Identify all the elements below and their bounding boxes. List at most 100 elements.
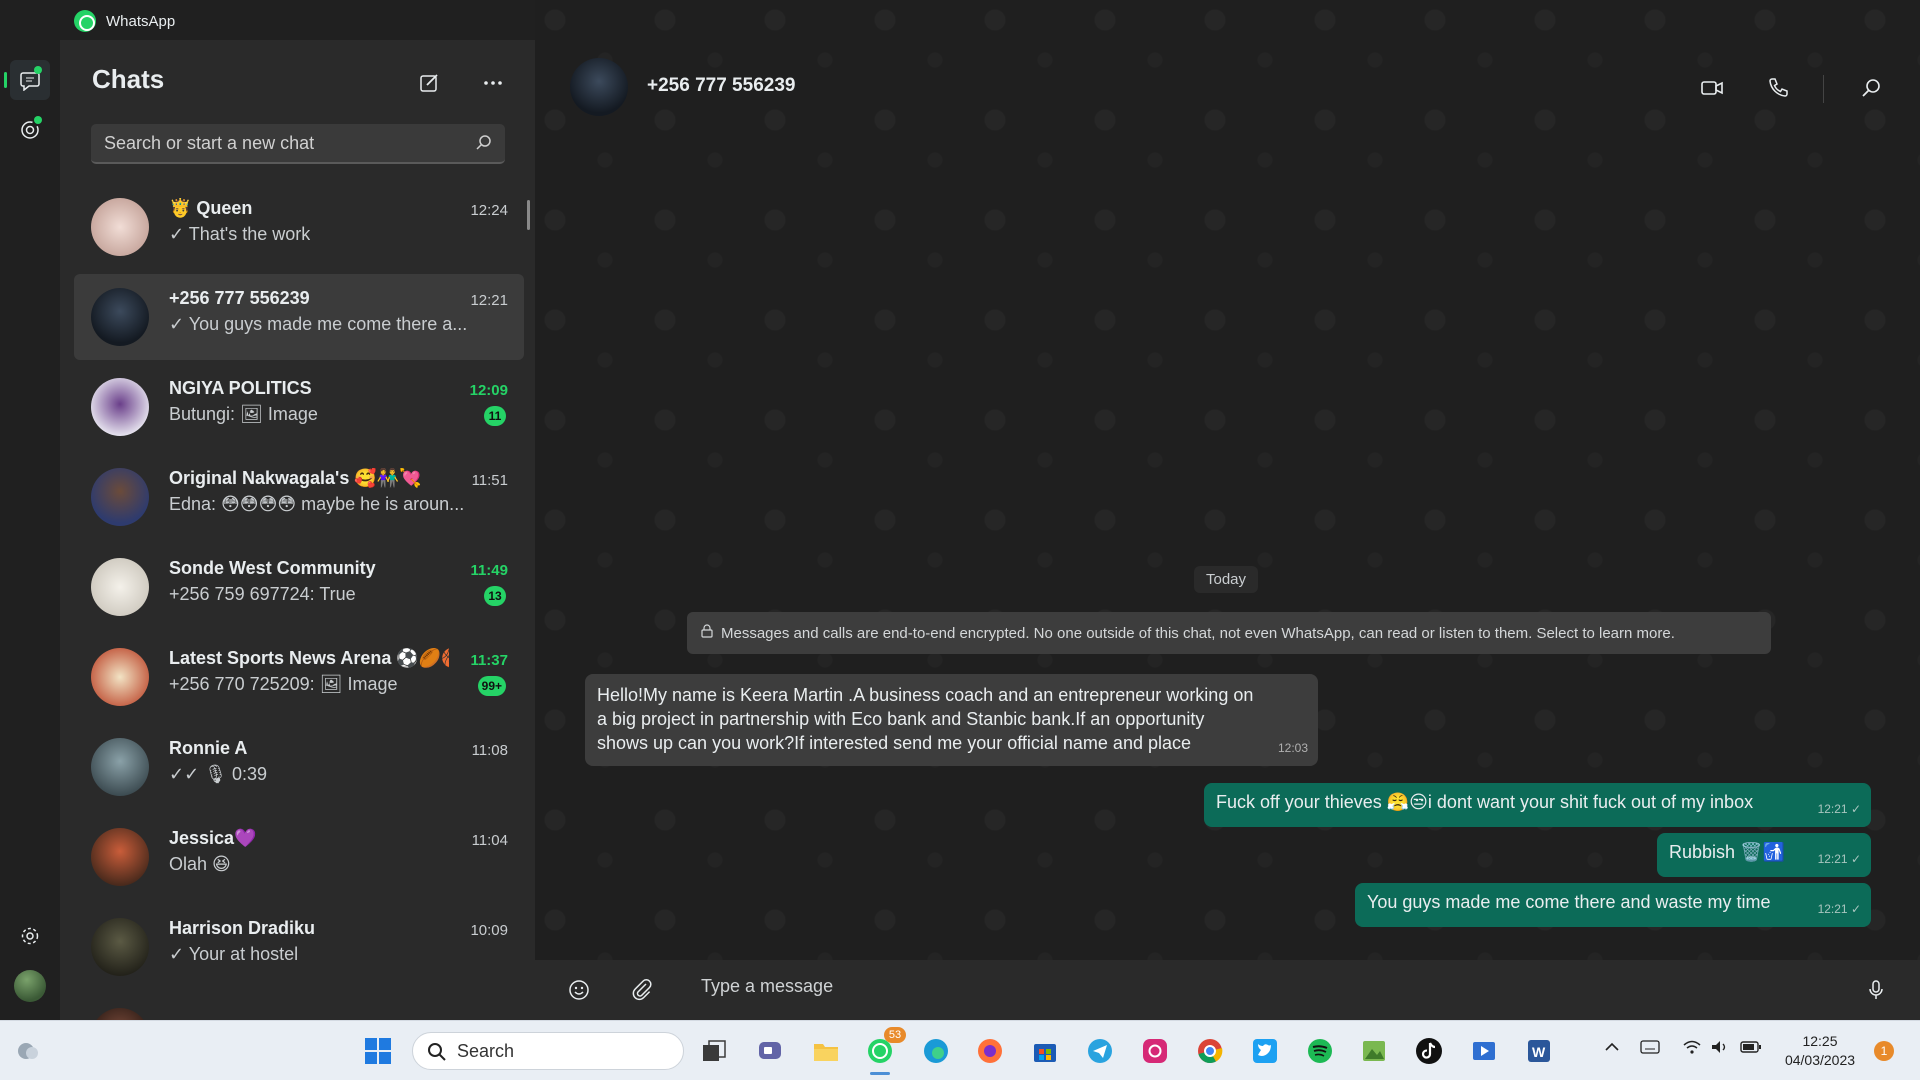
start-button[interactable] xyxy=(360,1033,396,1069)
chat-item[interactable]: Ronnie A ✓✓ 🎙 0:39 11:08 xyxy=(74,724,524,810)
chat-item-partial[interactable] xyxy=(74,994,524,1020)
chats-unread-dot xyxy=(34,66,42,74)
file-explorer-button[interactable] xyxy=(808,1033,844,1069)
chat-item[interactable]: 🤴 Queen ✓ That's the work 12:24 xyxy=(74,184,524,270)
message-input[interactable] xyxy=(701,976,1701,997)
battery-icon[interactable] xyxy=(1740,1039,1762,1060)
video-call-button[interactable] xyxy=(1698,74,1726,102)
avatar xyxy=(91,558,149,616)
chat-time: 10:09 xyxy=(470,922,508,939)
avatar xyxy=(91,918,149,976)
firefox-button[interactable] xyxy=(972,1033,1008,1069)
contact-avatar[interactable] xyxy=(570,58,628,116)
search-icon xyxy=(1862,79,1880,97)
task-view-button[interactable] xyxy=(696,1033,732,1069)
microphone-icon xyxy=(1869,980,1883,999)
rail-status-button[interactable] xyxy=(10,110,50,150)
encryption-notice[interactable]: Messages and calls are end-to-end encryp… xyxy=(687,612,1771,654)
chat-item-selected[interactable]: +256 777 556239 ✓ You guys made me come … xyxy=(74,274,524,360)
edge-button[interactable] xyxy=(918,1033,954,1069)
chat-search-box[interactable] xyxy=(91,124,505,164)
chat-name: Latest Sports News Arena ⚽🏉🏀 xyxy=(169,648,449,668)
clock-date: 04/03/2023 xyxy=(1784,1052,1856,1068)
chat-time: 11:37 xyxy=(470,652,508,669)
conversation-header: +256 777 556239 xyxy=(535,40,1920,130)
video-camera-icon xyxy=(1701,81,1723,95)
system-clock[interactable]: 12:25 04/03/2023 xyxy=(1780,1032,1860,1070)
unread-badge: 13 xyxy=(484,586,506,606)
wifi-icon[interactable] xyxy=(1682,1039,1702,1060)
chat-time: 12:24 xyxy=(470,202,508,219)
chat-time: 12:21 xyxy=(470,292,508,309)
chat-name: Original Nakwagala's 🥰👫💘 xyxy=(169,468,422,488)
status-unread-dot xyxy=(34,116,42,124)
chat-list-scrollbar[interactable] xyxy=(527,200,530,230)
chat-name: Jessica💜 xyxy=(169,828,257,848)
volume-icon[interactable] xyxy=(1710,1039,1730,1060)
twitter-button[interactable] xyxy=(1247,1033,1283,1069)
telegram-button[interactable] xyxy=(1082,1033,1118,1069)
rail-chats-button[interactable] xyxy=(4,60,50,100)
taskbar-search[interactable]: Search xyxy=(412,1032,684,1070)
store-icon xyxy=(1034,1044,1056,1062)
search-in-chat-button[interactable] xyxy=(1857,74,1885,102)
chat-item[interactable]: Sonde West Community +256 759 697724: Tr… xyxy=(74,544,524,630)
chat-item[interactable]: Jessica💜 Olah 😆 11:04 xyxy=(74,814,524,900)
media-player-button[interactable] xyxy=(1466,1033,1502,1069)
outgoing-message[interactable]: Fuck off your thieves 😤😒i dont want your… xyxy=(1204,783,1871,827)
chat-search-input[interactable] xyxy=(104,132,464,154)
chat-name: NGIYA POLITICS xyxy=(169,378,312,398)
weather-widget-button[interactable] xyxy=(10,1033,46,1069)
chat-name: Sonde West Community xyxy=(169,558,376,578)
attach-button[interactable] xyxy=(628,976,656,1004)
app-title-area: WhatsApp xyxy=(74,10,175,32)
voice-call-button[interactable] xyxy=(1764,74,1792,102)
rail-settings-button[interactable] xyxy=(10,916,50,956)
taskbar-search-label: Search xyxy=(457,1040,515,1061)
chrome-button[interactable] xyxy=(1192,1033,1228,1069)
chat-name: Harrison Dradiku xyxy=(169,918,316,938)
photo-app-button[interactable] xyxy=(1356,1033,1392,1069)
chat-name: 🤴 Queen xyxy=(169,198,253,218)
contact-name[interactable]: +256 777 556239 xyxy=(647,75,795,97)
search-icon xyxy=(475,134,493,157)
keyboard-icon[interactable] xyxy=(1640,1039,1660,1060)
notification-badge[interactable]: 1 xyxy=(1874,1041,1894,1061)
instagram-icon xyxy=(1143,1039,1167,1063)
emoji-button[interactable] xyxy=(565,976,593,1004)
word-icon: W xyxy=(1528,1040,1550,1062)
avatar xyxy=(91,288,149,346)
chat-preview: ✓ That's the work xyxy=(169,224,311,244)
profile-avatar[interactable] xyxy=(14,970,46,1002)
compose-icon xyxy=(420,74,438,92)
avatar xyxy=(91,468,149,526)
outgoing-message[interactable]: Rubbish 🗑️🚮 12:21 ✓ xyxy=(1657,833,1871,877)
spotify-button[interactable] xyxy=(1302,1033,1338,1069)
teams-chat-button[interactable] xyxy=(752,1033,788,1069)
unread-badge: 99+ xyxy=(477,676,506,696)
more-icon xyxy=(484,81,502,85)
whatsapp-taskbar-button[interactable]: 53 xyxy=(862,1027,906,1075)
message-text: Rubbish 🗑️🚮 xyxy=(1669,842,1785,862)
outgoing-message[interactable]: You guys made me come there and waste my… xyxy=(1355,883,1871,927)
chat-item[interactable]: NGIYA POLITICS Butungi: 🖼 Image 12:09 11 xyxy=(74,364,524,450)
header-divider xyxy=(1823,75,1824,103)
tiktok-button[interactable] xyxy=(1411,1033,1447,1069)
store-button[interactable] xyxy=(1027,1033,1063,1069)
windows-taskbar: Search 53 W 12:25 04/03/2023 1 xyxy=(0,1020,1920,1080)
voice-message-button[interactable] xyxy=(1862,976,1890,1004)
chat-preview: +256 759 697724: True xyxy=(169,584,356,604)
twitter-icon xyxy=(1253,1039,1277,1063)
chat-list-menu-button[interactable] xyxy=(478,68,508,98)
message-text: You guys made me come there and waste my… xyxy=(1367,892,1771,912)
chevron-up-icon[interactable] xyxy=(1604,1039,1620,1060)
chat-item[interactable]: Latest Sports News Arena ⚽🏉🏀 +256 770 72… xyxy=(74,634,524,720)
chat-item[interactable]: Harrison Dradiku ✓ Your at hostel 10:09 xyxy=(74,904,524,990)
instagram-button[interactable] xyxy=(1137,1033,1173,1069)
new-chat-button[interactable] xyxy=(414,68,444,98)
chat-preview: Edna: 😳😳😳😳 maybe he is aroun... xyxy=(169,494,465,514)
avatar xyxy=(91,828,149,886)
chat-item[interactable]: Original Nakwagala's 🥰👫💘 Edna: 😳😳😳😳 mayb… xyxy=(74,454,524,540)
incoming-message[interactable]: Hello!My name is Keera Martin .A busines… xyxy=(585,674,1318,766)
word-button[interactable]: W xyxy=(1521,1033,1557,1069)
